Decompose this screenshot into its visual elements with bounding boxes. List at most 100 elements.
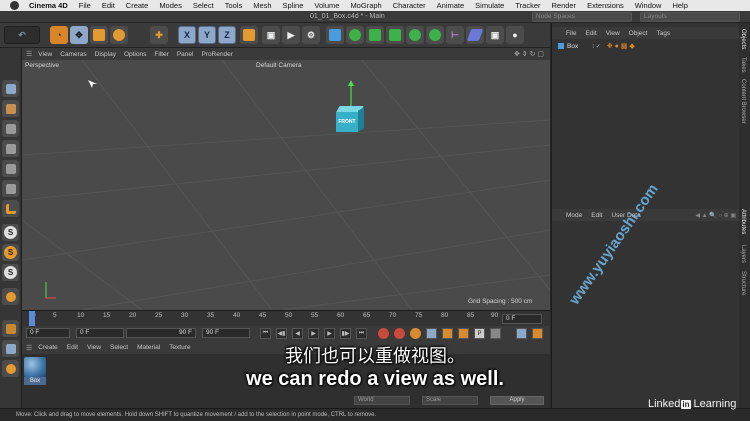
snap-settings-icon[interactable]: S [2, 244, 19, 261]
previous-frame-icon[interactable]: ◀ [292, 328, 303, 339]
coordinate-space-select[interactable]: World [354, 396, 410, 405]
axis-mode-icon[interactable] [2, 200, 19, 217]
deformer-icon[interactable]: ⊢ [446, 26, 464, 44]
subdivision-surface-icon[interactable] [366, 26, 384, 44]
menu-help[interactable]: Help [672, 1, 687, 10]
scheme-icon[interactable] [532, 328, 543, 339]
menu-mesh[interactable]: Mesh [253, 1, 271, 10]
play-icon[interactable]: ▶ [308, 328, 319, 339]
render-view-icon[interactable]: ▣ [262, 26, 280, 44]
recent-tools-icon[interactable]: ✚ [150, 26, 168, 44]
menu-modes[interactable]: Modes [159, 1, 182, 10]
objects-menu-view[interactable]: View [606, 30, 620, 37]
end-frame-field[interactable]: 90 F [202, 328, 250, 338]
viewport-nav-icons[interactable]: ✥ ⇕ ↻ ▢ [514, 50, 544, 58]
texture-mode-icon[interactable] [2, 120, 19, 137]
viewport-menu-options[interactable]: Options [124, 51, 146, 58]
viewport-menu-view[interactable]: View [38, 51, 52, 58]
timeline-window-icon[interactable] [516, 328, 527, 339]
cube-object-icon[interactable] [326, 26, 344, 44]
tab-layers[interactable]: Layers [740, 245, 746, 263]
menu-volume[interactable]: Volume [314, 1, 339, 10]
move-tool-icon[interactable]: ✥ [70, 26, 88, 44]
viewport-menu-panel[interactable]: Panel [177, 51, 194, 58]
range-start-field[interactable]: 0 F [76, 328, 124, 338]
menu-window[interactable]: Window [635, 1, 662, 10]
menu-file[interactable]: File [79, 1, 91, 10]
apple-icon[interactable] [10, 1, 19, 10]
floor-icon[interactable] [466, 26, 484, 44]
menu-simulate[interactable]: Simulate [475, 1, 504, 10]
apply-button[interactable]: Apply [490, 396, 544, 405]
viewport-menu-cameras[interactable]: Cameras [60, 51, 86, 58]
array-icon[interactable] [386, 26, 404, 44]
undo-button[interactable]: ↶ [4, 26, 40, 44]
y-axis-button[interactable]: Y [198, 26, 216, 44]
menu-tracker[interactable]: Tracker [515, 1, 540, 10]
tab-attributes[interactable]: Attributes [740, 209, 746, 234]
node-spaces-dropdown[interactable]: Node Spaces [532, 12, 632, 22]
objects-menu-object[interactable]: Object [629, 30, 648, 37]
points-mode-icon[interactable] [2, 140, 19, 157]
object-tags-icon[interactable]: ✥ ● ▩ ◆ [607, 42, 635, 50]
autokey-icon[interactable] [394, 328, 405, 339]
menu-mograph[interactable]: MoGraph [350, 1, 381, 10]
objects-menu-edit[interactable]: Edit [585, 30, 596, 37]
render-settings-icon[interactable]: ⚙ [302, 26, 320, 44]
go-to-end-icon[interactable]: ⏭ [356, 328, 367, 339]
object-row[interactable]: Box ⁝ ✓ ✥ ● ▩ ◆ [552, 41, 740, 51]
start-frame-field[interactable]: 0 F [26, 328, 70, 338]
grid-tool-icon[interactable] [2, 320, 19, 337]
coordinate-mode-select[interactable]: Scale [422, 396, 478, 405]
edges-mode-icon[interactable] [2, 160, 19, 177]
key-position-icon[interactable] [426, 328, 437, 339]
key-scale-icon[interactable] [442, 328, 453, 339]
tab-content-browser[interactable]: Content Browser [740, 79, 746, 124]
x-axis-button[interactable]: X [178, 26, 196, 44]
scale-tool-icon[interactable] [90, 26, 108, 44]
locked-workplane-icon[interactable] [2, 288, 19, 305]
key-parameter-icon[interactable]: P [474, 328, 485, 339]
layouts-dropdown[interactable]: Layouts [640, 12, 740, 22]
next-key-icon[interactable]: ▮▶ [340, 328, 351, 339]
object-name[interactable]: Box [567, 43, 578, 50]
render-picture-viewer-icon[interactable]: ▶ [282, 26, 300, 44]
cloner-icon[interactable] [406, 26, 424, 44]
previous-key-icon[interactable]: ◀▮ [276, 328, 287, 339]
keyframe-selection-icon[interactable] [410, 328, 421, 339]
pen-spline-icon[interactable] [346, 26, 364, 44]
record-keys-icon[interactable] [378, 328, 389, 339]
viewport-panel-icon[interactable]: ☰ [26, 50, 32, 58]
polygons-mode-icon[interactable] [2, 180, 19, 197]
viewport-menu-filter[interactable]: Filter [154, 51, 168, 58]
menu-character[interactable]: Character [393, 1, 426, 10]
viewport-menu-display[interactable]: Display [95, 51, 116, 58]
app-menu[interactable]: Cinema 4D [29, 1, 68, 10]
mograph-icon[interactable] [426, 26, 444, 44]
menu-extensions[interactable]: Extensions [587, 1, 624, 10]
model-mode-icon[interactable] [2, 100, 19, 117]
camera-label[interactable]: Default Camera [256, 62, 302, 69]
snap-s-icon[interactable]: S [2, 224, 19, 241]
make-editable-icon[interactable] [2, 80, 19, 97]
workplane-icon[interactable]: S [2, 264, 19, 281]
objects-menu-tags[interactable]: Tags [656, 30, 670, 37]
current-frame-field[interactable]: 0 F [502, 314, 542, 324]
menu-create[interactable]: Create [126, 1, 149, 10]
attributes-menu-mode[interactable]: Mode [566, 212, 582, 219]
attributes-menu-edit[interactable]: Edit [591, 212, 602, 219]
rotate-tool-icon[interactable] [110, 26, 128, 44]
attributes-nav-icons[interactable]: ◀ ▲ 🔍 ○ ⊕ ▣ [695, 212, 736, 219]
camera-icon[interactable]: ▣ [486, 26, 504, 44]
playhead[interactable] [29, 311, 35, 326]
tab-objects[interactable]: Objects [740, 29, 746, 49]
menu-tools[interactable]: Tools [225, 1, 243, 10]
menu-select[interactable]: Select [193, 1, 214, 10]
object-flags-icon[interactable]: ⁝ ✓ [592, 43, 601, 50]
viewport[interactable]: Perspective Default Camera FRONT Grid Sp… [22, 60, 550, 310]
menu-spline[interactable]: Spline [283, 1, 304, 10]
key-pla-icon[interactable] [490, 328, 501, 339]
tab-takes[interactable]: Takes [740, 57, 746, 73]
tab-structure[interactable]: Structure [740, 271, 746, 295]
go-to-start-icon[interactable]: ⏮ [260, 328, 271, 339]
